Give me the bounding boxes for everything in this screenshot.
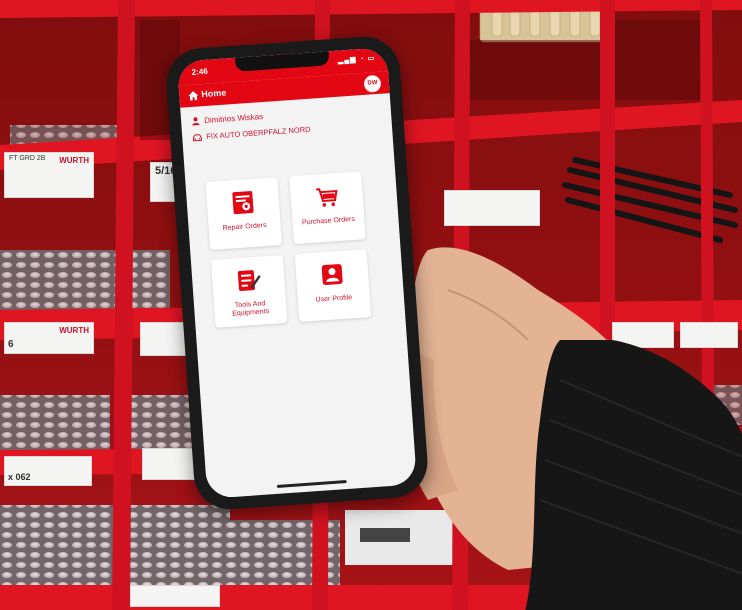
nav-title[interactable]: Home [201, 88, 227, 100]
tile-label: Purchase Orders [301, 215, 356, 227]
repair-orders-icon [232, 191, 254, 215]
status-time: 2:46 [191, 66, 209, 77]
home-indicator[interactable] [276, 480, 347, 488]
tile-label: Repair Orders [222, 222, 267, 233]
shelf-label [130, 585, 220, 607]
user-icon [192, 117, 200, 126]
black-sleeve [525, 340, 742, 610]
tile-repair-orders[interactable]: Repair Orders [205, 177, 283, 250]
smartphone: 2:46 ▂▄▆ ◔ ▭ Home DW Dimitrios Wiskas FI… [164, 34, 430, 512]
shelf-label [444, 190, 540, 226]
shelf-label: WURTH 6 [4, 322, 94, 354]
shelf-label-brand: WURTH [59, 156, 89, 165]
tile-user-profile[interactable]: User Profile [294, 249, 372, 322]
shelf-label: FT GRD 2B WURTH [4, 152, 94, 198]
shelf-label: x 062 [4, 456, 92, 486]
phone-screen: 2:46 ▂▄▆ ◔ ▭ Home DW Dimitrios Wiskas FI… [176, 47, 418, 499]
company-info-row: FIX AUTO OBERPFALZ NORD [192, 125, 311, 142]
user-name: Dimitrios Wiskas [203, 111, 264, 126]
tile-label: User Profile [315, 294, 353, 304]
tile-tools-equipments[interactable]: Tools And Equipments [210, 254, 288, 328]
shelf-label-size: x 062 [8, 471, 31, 482]
user-profile-icon [321, 264, 343, 286]
shelf-label-brand: WURTH [59, 326, 89, 335]
photo-scene: FT GRD 2B WURTH 5/16 WURTH 6 x 062 2:46 … [0, 0, 742, 610]
car-icon [192, 133, 203, 141]
signal-wifi-battery-icon: ▂▄▆ ◔ ▭ [337, 55, 376, 65]
home-icon[interactable] [187, 89, 200, 102]
shopping-cart-icon [316, 188, 338, 207]
tile-label: Tools And Equipments [232, 300, 270, 318]
avatar[interactable]: DW [363, 74, 382, 93]
user-info-row: Dimitrios Wiskas [191, 111, 264, 126]
company-name: FIX AUTO OBERPFALZ NORD [205, 124, 311, 141]
tools-icon [237, 270, 261, 291]
shelf-label-size: 6 [8, 338, 14, 350]
tile-purchase-orders[interactable]: Purchase Orders [289, 171, 366, 245]
